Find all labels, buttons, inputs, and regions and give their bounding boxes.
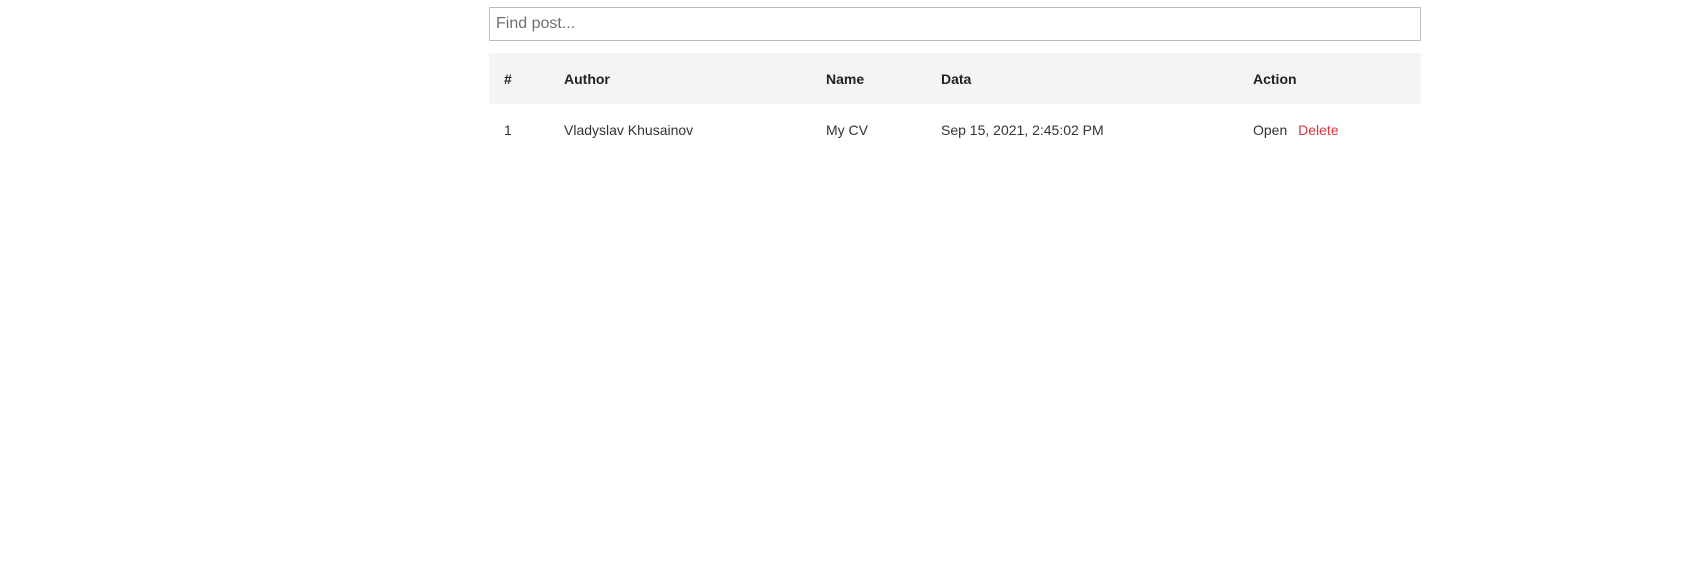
posts-table-body: 1 Vladyslav Khusainov My CV Sep 15, 2021… <box>489 104 1421 156</box>
post-name: My CV <box>826 122 868 138</box>
column-header-number: # <box>504 70 512 87</box>
header-row: # Author Name Data Action <box>489 53 1421 104</box>
post-date: Sep 15, 2021, 2:45:02 PM <box>941 122 1104 138</box>
post-actions: Open Delete <box>1238 104 1421 156</box>
open-post-link[interactable]: Open <box>1253 122 1287 138</box>
column-header-author: Author <box>564 70 610 87</box>
post-author: Vladyslav Khusainov <box>564 122 694 138</box>
column-header-action: Action <box>1253 70 1297 87</box>
column-header-name: Name <box>826 70 865 87</box>
delete-post-link[interactable]: Delete <box>1298 122 1338 138</box>
column-header-data: Data <box>941 70 972 87</box>
find-post-input[interactable] <box>489 7 1421 41</box>
posts-panel: # Author Name Data Action 1 Vladyslav Kh… <box>489 7 1421 156</box>
post-number: 1 <box>504 122 512 138</box>
posts-table: # Author Name Data Action 1 Vladyslav Kh… <box>489 53 1421 156</box>
posts-table-header: # Author Name Data Action <box>489 53 1421 104</box>
table-row: 1 Vladyslav Khusainov My CV Sep 15, 2021… <box>489 104 1421 156</box>
